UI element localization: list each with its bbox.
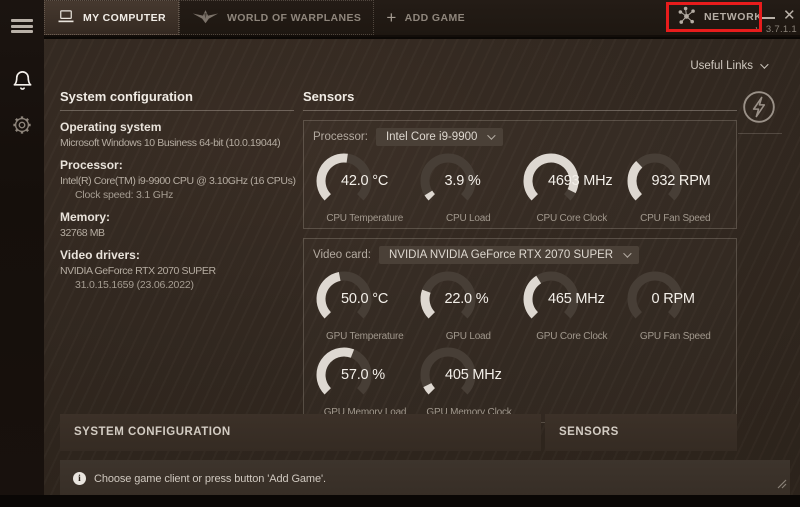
config-section-subline: 31.0.15.1659 (23.06.2022) xyxy=(75,279,194,291)
divider xyxy=(738,133,782,134)
config-section: Video drivers: NVIDIA GeForce RTX 2070 SU… xyxy=(60,248,294,291)
sensors-panel: Sensors Processor: Intel Core i9-9900 42… xyxy=(303,89,737,423)
tab-my-computer[interactable]: MY COMPUTER xyxy=(44,0,179,35)
sensor-gauge: 0 RPM GPU Fan Speed xyxy=(624,266,728,342)
sensor-gauge: 405 MHz GPU Memory Clock xyxy=(417,342,521,418)
sensor-label: GPU Temperature xyxy=(326,331,404,342)
processor-dropdown-label: Processor: xyxy=(313,131,368,143)
chevron-down-icon xyxy=(487,131,497,140)
video-card-dropdown-label: Video card: xyxy=(313,249,371,261)
world-of-warplanes-wings-icon xyxy=(192,8,219,28)
config-section-subline: Clock speed: 3.1 GHz xyxy=(75,189,174,201)
sensor-value: 0 RPM xyxy=(651,291,696,307)
sensor-gauge: 22.0 % GPU Load xyxy=(417,266,521,342)
plus-icon: + xyxy=(386,7,397,27)
sensor-value: 42.0 °C xyxy=(341,173,389,189)
top-tab-bar: MY COMPUTER WORLD OF WARPLANES + ADD GAM… xyxy=(44,0,800,37)
video-card-select[interactable]: NVIDIA NVIDIA GeForce RTX 2070 SUPER xyxy=(378,246,640,264)
tab-add-game[interactable]: + ADD GAME xyxy=(374,0,477,35)
system-configuration-title: System configuration xyxy=(60,89,294,111)
tab-label: MY COMPUTER xyxy=(83,11,166,24)
config-section-heading: Memory: xyxy=(60,210,111,224)
sensor-label: GPU Load xyxy=(445,331,491,342)
network-icon xyxy=(676,5,697,29)
menu-icon[interactable] xyxy=(0,6,44,46)
video-card-selected-value: NVIDIA NVIDIA GeForce RTX 2070 SUPER xyxy=(388,249,614,261)
sensor-gauge: 465 MHz GPU Core Clock xyxy=(520,266,624,342)
sensor-label: CPU Temperature xyxy=(326,213,404,224)
tab-world-of-warplanes[interactable]: WORLD OF WARPLANES xyxy=(178,0,375,35)
config-section-line: Microsoft Windows 10 Business 64-bit (10… xyxy=(60,137,281,149)
video-card-sensors-group: Video card: NVIDIA NVIDIA GeForce RTX 20… xyxy=(303,238,737,423)
useful-links-label: Useful Links xyxy=(690,60,753,72)
config-section-heading: Operating system xyxy=(60,120,162,134)
app-window: MY COMPUTER WORLD OF WARPLANES + ADD GAM… xyxy=(0,0,800,507)
config-section-heading: Video drivers: xyxy=(60,248,140,262)
sensor-gauge: 50.0 °C GPU Temperature xyxy=(313,266,417,342)
processor-select[interactable]: Intel Core i9-9900 xyxy=(375,128,504,146)
settings-gear-icon[interactable] xyxy=(0,105,44,145)
sensor-label: CPU Fan Speed xyxy=(640,213,711,224)
config-section-line: Intel(R) Core(TM) i9-9900 CPU @ 3.10GHz … xyxy=(60,175,296,187)
sensor-gauge: 42.0 °C CPU Temperature xyxy=(313,148,417,224)
sensor-value: 4693 MHz xyxy=(548,173,613,189)
system-configuration-sections: Operating system Microsoft Windows 10 Bus… xyxy=(60,120,296,291)
tab-label: WORLD OF WARPLANES xyxy=(226,11,362,24)
footer-tab-system-configuration[interactable]: SYSTEM CONFIGURATION xyxy=(60,414,541,451)
sensor-gauge: 932 RPM CPU Fan Speed xyxy=(624,148,728,224)
notifications-icon[interactable] xyxy=(0,60,44,100)
sensor-label: CPU Load xyxy=(445,213,491,224)
status-message: Choose game client or press button 'Add … xyxy=(94,472,326,485)
sensor-value: 465 MHz xyxy=(548,291,605,307)
network-label: NETWORK xyxy=(704,11,763,23)
sensor-label: GPU Fan Speed xyxy=(639,331,711,342)
close-button[interactable]: ✕ xyxy=(783,6,796,24)
useful-links-dropdown[interactable]: Useful Links xyxy=(690,60,769,72)
sensors-title: Sensors xyxy=(303,89,737,111)
sensor-value: 3.9 % xyxy=(444,173,481,189)
processor-selected-value: Intel Core i9-9900 xyxy=(385,131,478,143)
main-content: Useful Links System configuration Operat… xyxy=(44,39,800,497)
sensor-value: 932 RPM xyxy=(651,173,711,189)
sensor-gauge: 3.9 % CPU Load xyxy=(417,148,521,224)
config-section: Memory: 32768 MB xyxy=(60,210,294,239)
sensor-gauge: 4693 MHz CPU Core Clock xyxy=(520,148,624,224)
config-section-line: NVIDIA GeForce RTX 2070 SUPER xyxy=(60,265,216,277)
sensor-value: 22.0 % xyxy=(444,291,489,307)
sensor-value: 57.0 % xyxy=(341,367,385,383)
resize-handle-icon[interactable] xyxy=(777,476,787,494)
status-bar: i Choose game client or press button 'Ad… xyxy=(60,460,790,497)
tab-label: ADD GAME xyxy=(404,11,466,24)
app-version: v. 3.7.1.1 xyxy=(755,24,797,35)
system-configuration-panel: System configuration Operating system Mic… xyxy=(60,89,296,291)
info-icon: i xyxy=(73,472,86,485)
config-section-line: 32768 MB xyxy=(60,227,105,239)
window-bottom-strip xyxy=(0,495,800,507)
config-section: Processor: Intel(R) Core(TM) i9-9900 CPU … xyxy=(60,158,296,201)
footer-tab-sensors[interactable]: SENSORS xyxy=(545,414,737,451)
config-section: Operating system Microsoft Windows 10 Bus… xyxy=(60,120,294,149)
sensor-label: GPU Core Clock xyxy=(536,331,608,342)
chevron-down-icon xyxy=(760,60,769,69)
sensor-value: 405 MHz xyxy=(445,367,502,383)
config-section-heading: Processor: xyxy=(60,158,123,172)
processor-sensors-group: Processor: Intel Core i9-9900 42.0 °C CPU… xyxy=(303,120,737,229)
my-computer-laptop-icon xyxy=(57,9,75,27)
sidebar xyxy=(0,0,44,495)
power-boost-icon[interactable] xyxy=(738,89,780,130)
sensor-value: 50.0 °C xyxy=(341,291,389,307)
sensor-label: CPU Core Clock xyxy=(536,213,608,224)
chevron-down-icon xyxy=(623,249,632,258)
minimize-button[interactable] xyxy=(762,9,775,19)
sensor-gauge: 57.0 % GPU Memory Load xyxy=(313,342,417,418)
